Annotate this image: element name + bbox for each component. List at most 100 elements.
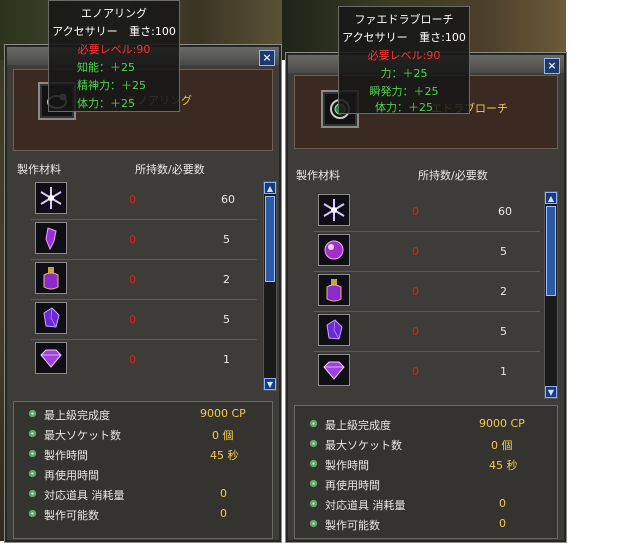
purple-gem-icon xyxy=(35,302,67,334)
stat-label: 製作時間 xyxy=(325,459,369,472)
count-column-header: 所持数/必要数 xyxy=(135,163,205,176)
tooltip-required-level: 必要レベル:90 xyxy=(367,49,441,62)
count-column-header: 所持数/必要数 xyxy=(418,169,488,182)
need-count: 2 xyxy=(223,273,230,286)
stat-value: 45 秒 xyxy=(210,449,239,462)
stat-label: 最上級完成度 xyxy=(325,419,391,432)
list-item[interactable]: 0 2 xyxy=(314,271,540,312)
bullet-icon xyxy=(28,489,37,498)
tooltip-bonus: 知能：＋25 xyxy=(77,61,135,74)
stat-value: 0 xyxy=(499,497,506,510)
list-item[interactable]: 0 5 xyxy=(314,231,540,272)
scroll-down-icon[interactable]: ▼ xyxy=(545,386,557,398)
tooltip-category-weight: アクセサリー 重さ:100 xyxy=(52,25,176,38)
tooltip-weight-label: 重さ xyxy=(129,25,152,38)
potion-flask-icon xyxy=(318,274,350,306)
list-item[interactable]: 0 2 xyxy=(31,259,257,300)
amethyst-diamond-icon xyxy=(35,342,67,374)
need-count: 60 xyxy=(498,205,512,218)
bullet-icon xyxy=(309,479,318,488)
bullet-icon xyxy=(309,499,318,508)
bullet-icon xyxy=(28,469,37,478)
materials-column-header: 製作材料 xyxy=(17,163,61,176)
need-count: 1 xyxy=(223,353,230,366)
craft-stats-panel: 最上級完成度 9000 CP 最大ソケット数 0 個 製作時間 45 秒 再使用時間 … xyxy=(294,405,558,539)
snowflake-crystal-icon xyxy=(35,182,67,214)
scroll-up-icon[interactable]: ▲ xyxy=(545,192,557,204)
have-count: 0 xyxy=(129,193,136,206)
need-count: 60 xyxy=(221,193,235,206)
stat-value: 0 xyxy=(220,507,227,520)
stat-label: 対応道具 消耗量 xyxy=(325,499,406,512)
materials-scrollbar[interactable]: ▲ ▼ xyxy=(263,181,277,391)
bullet-icon xyxy=(309,519,318,528)
stat-label: 最大ソケット数 xyxy=(325,439,402,452)
list-item[interactable]: 0 1 xyxy=(31,339,257,379)
purple-shard-icon xyxy=(35,222,67,254)
bullet-icon xyxy=(28,429,37,438)
materials-column-header: 製作材料 xyxy=(296,169,340,182)
scroll-down-icon[interactable]: ▼ xyxy=(264,378,276,390)
bullet-icon xyxy=(28,449,37,458)
list-item[interactable]: 0 5 xyxy=(31,219,257,260)
stat-value: 9000 CP xyxy=(479,417,525,430)
list-item[interactable]: 0 5 xyxy=(31,299,257,340)
bullet-icon xyxy=(28,509,37,518)
list-item[interactable]: 0 60 xyxy=(314,191,540,232)
tooltip-required-level: 必要レベル:90 xyxy=(77,43,151,56)
tooltip-bonus: 精神力：＋25 xyxy=(77,79,146,92)
bullet-icon xyxy=(28,409,37,418)
tooltip-bonus: 瞬発力：＋25 xyxy=(369,85,439,98)
have-count: 0 xyxy=(129,273,136,286)
list-item[interactable]: 0 60 xyxy=(31,179,257,220)
stat-label: 最大ソケット数 xyxy=(44,429,121,442)
stat-value: 45 秒 xyxy=(489,459,518,472)
stat-value: 0 個 xyxy=(491,439,513,452)
stat-label: 最上級完成度 xyxy=(44,409,110,422)
tooltip-category-weight: アクセサリー 重さ:100 xyxy=(342,31,466,44)
have-count: 0 xyxy=(412,205,419,218)
bullet-icon xyxy=(309,459,318,468)
have-count: 0 xyxy=(412,285,419,298)
need-count: 5 xyxy=(223,233,230,246)
stat-label: 再使用時間 xyxy=(44,469,99,482)
tooltip-weight-label: 重さ xyxy=(419,31,442,44)
need-count: 1 xyxy=(500,365,507,378)
crafting-window: × エドラブローチ 製作材料 所持数/必要数 0 60 0 5 xyxy=(285,52,567,543)
stat-value: 0 xyxy=(220,487,227,500)
tooltip-bonus: 体力：＋25 xyxy=(375,101,433,114)
stat-label: 製作時間 xyxy=(44,449,88,462)
scroll-up-icon[interactable]: ▲ xyxy=(264,182,276,194)
stat-label: 再使用時間 xyxy=(325,479,380,492)
list-item[interactable]: 0 5 xyxy=(314,311,540,352)
close-icon[interactable]: × xyxy=(544,58,560,74)
amethyst-diamond-icon xyxy=(318,354,350,386)
have-count: 0 xyxy=(129,353,136,366)
have-count: 0 xyxy=(412,245,419,258)
scroll-thumb[interactable] xyxy=(546,206,556,296)
stat-value: 9000 CP xyxy=(200,407,246,420)
close-icon[interactable]: × xyxy=(259,50,275,66)
stat-value: 0 個 xyxy=(212,429,234,442)
tooltip-title: エノアリング xyxy=(81,7,147,20)
need-count: 5 xyxy=(500,325,507,338)
potion-flask-icon xyxy=(35,262,67,294)
required-level-value: 90 xyxy=(136,43,151,56)
tooltip-bonus: 体力：＋25 xyxy=(77,97,135,110)
materials-scrollbar[interactable]: ▲ ▼ xyxy=(544,191,558,399)
bullet-icon xyxy=(309,439,318,448)
materials-list: 0 60 0 5 0 2 0 5 0 1 xyxy=(314,191,540,403)
have-count: 0 xyxy=(129,233,136,246)
stat-label: 対応道具 消耗量 xyxy=(44,489,125,502)
craft-stats-panel: 最上級完成度 9000 CP 最大ソケット数 0 個 製作時間 45 秒 再使用時間 … xyxy=(13,401,273,539)
tooltip-category: アクセサリー xyxy=(342,31,408,44)
need-count: 5 xyxy=(500,245,507,258)
list-item[interactable]: 0 1 xyxy=(314,351,540,391)
required-level-label: 必要レベル xyxy=(77,43,133,56)
snowflake-crystal-icon xyxy=(318,194,350,226)
bullet-icon xyxy=(309,419,318,428)
tooltip-bonus: 力：＋25 xyxy=(380,67,428,80)
scroll-thumb[interactable] xyxy=(265,196,275,282)
required-level-value: 90 xyxy=(426,49,441,62)
purple-orb-icon xyxy=(318,234,350,266)
